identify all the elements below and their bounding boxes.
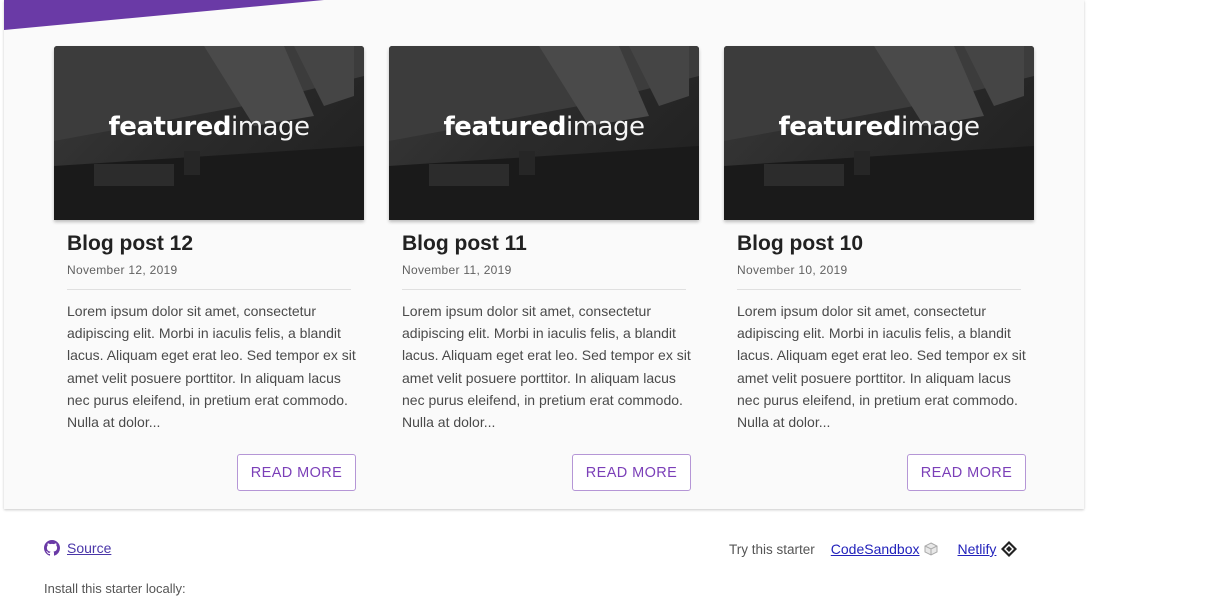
codesandbox-icon [924, 542, 938, 556]
blog-card: featuredimage Blog post 12 November 12, … [54, 46, 364, 498]
post-title[interactable]: Blog post 12 [67, 232, 193, 256]
divider [67, 289, 351, 290]
featured-image[interactable]: featuredimage [54, 46, 364, 220]
blog-card: featuredimage Blog post 10 November 10, … [724, 46, 1034, 498]
try-starter-label: Try this starter [729, 541, 815, 557]
source-link[interactable]: Source [67, 540, 111, 556]
post-title[interactable]: Blog post 11 [402, 232, 527, 256]
source-link-group: Source [44, 540, 111, 556]
netlify-icon [1000, 540, 1018, 558]
post-date: November 10, 2019 [737, 263, 848, 277]
post-excerpt: Lorem ipsum dolor sit amet, consectetur … [737, 303, 1026, 431]
try-starter-row: Try this starter CodeSandbox Netlify [729, 540, 1038, 558]
github-icon[interactable] [44, 540, 60, 556]
divider [402, 289, 686, 290]
featured-image-caption: featuredimage [443, 112, 645, 142]
install-instructions: Install this starter locally: [44, 581, 186, 596]
post-excerpt: Lorem ipsum dolor sit amet, consectetur … [67, 303, 356, 431]
divider [737, 289, 1021, 290]
header-accent-stripe [4, 0, 324, 30]
read-more-button[interactable]: READ MORE [237, 454, 356, 491]
codesandbox-link[interactable]: CodeSandbox [831, 541, 920, 557]
post-title[interactable]: Blog post 10 [737, 232, 863, 256]
featured-image[interactable]: featuredimage [389, 46, 699, 220]
post-date: November 11, 2019 [402, 263, 512, 277]
blog-card: featuredimage Blog post 11 November 11, … [389, 46, 699, 498]
post-excerpt: Lorem ipsum dolor sit amet, consectetur … [402, 303, 691, 431]
read-more-button[interactable]: READ MORE [572, 454, 691, 491]
featured-image-caption: featuredimage [108, 112, 310, 142]
page-frame: featuredimage Blog post 12 November 12, … [4, 0, 1084, 509]
netlify-link[interactable]: Netlify [958, 541, 997, 557]
post-date: November 12, 2019 [67, 263, 178, 277]
featured-image[interactable]: featuredimage [724, 46, 1034, 220]
footer: Source Try this starter CodeSandbox Netl… [0, 530, 1208, 605]
blog-post-list: featuredimage Blog post 12 November 12, … [54, 46, 1044, 506]
featured-image-caption: featuredimage [778, 112, 980, 142]
read-more-button[interactable]: READ MORE [907, 454, 1026, 491]
